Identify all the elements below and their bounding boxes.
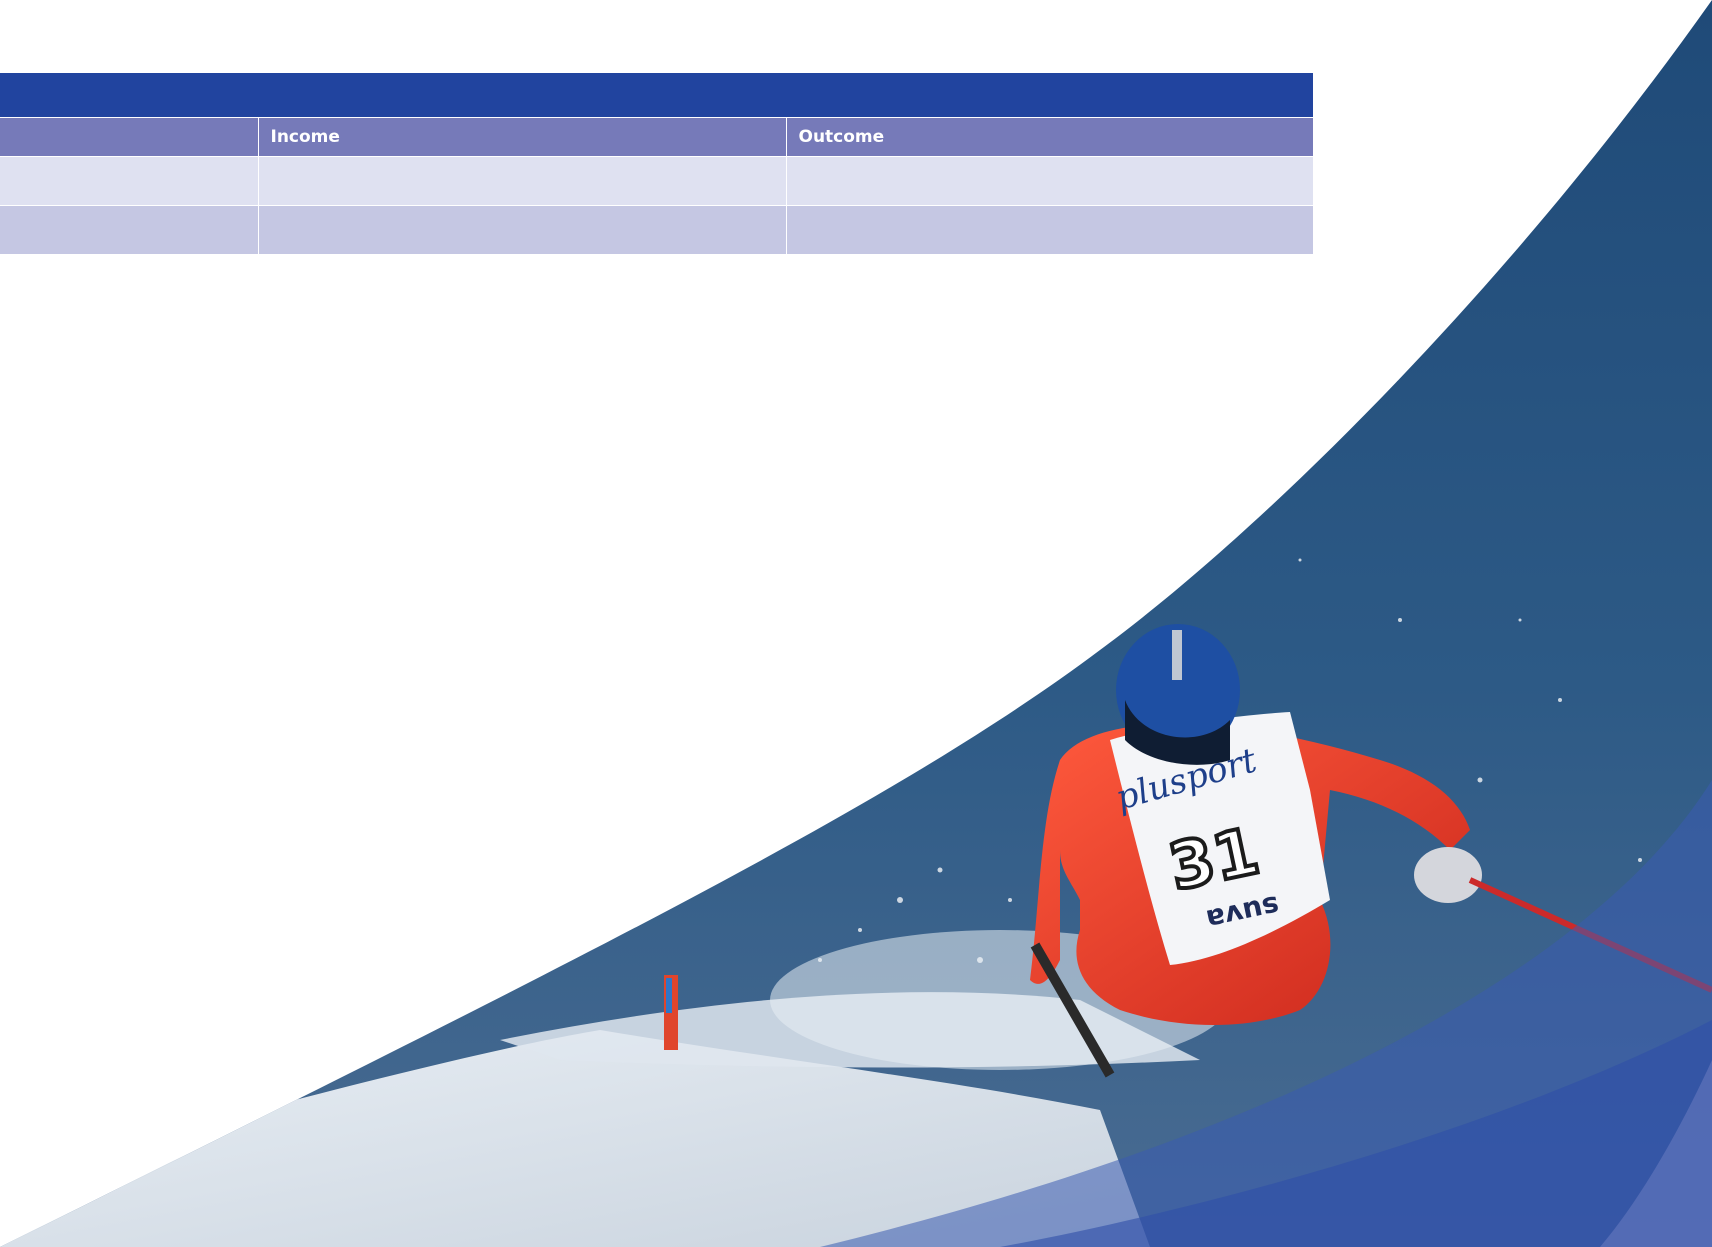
data-table: Income Outcome [0, 117, 1313, 254]
table-cell [0, 205, 258, 254]
table-title-bar [0, 73, 1313, 117]
income-outcome-table: Income Outcome [0, 73, 1313, 254]
table-header-row: Income Outcome [0, 117, 1313, 157]
table-cell [257, 156, 786, 206]
header-cell-income: Income [257, 117, 786, 157]
table-cell [785, 156, 1313, 206]
header-cell-label [0, 117, 258, 157]
table-row [0, 156, 1313, 206]
table-cell [0, 156, 258, 206]
table-row [0, 205, 1313, 254]
table-cell [785, 205, 1313, 254]
header-cell-outcome: Outcome [785, 117, 1313, 157]
table-cell [257, 205, 786, 254]
